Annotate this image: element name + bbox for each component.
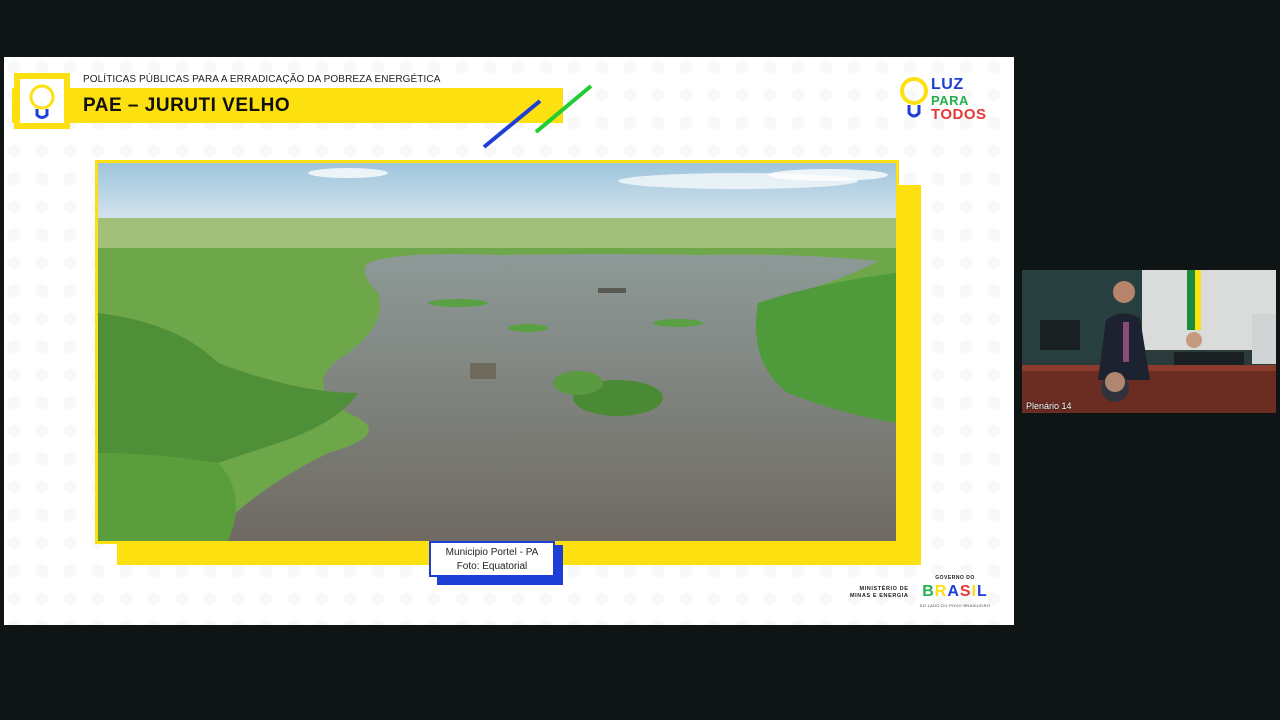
gov-top-text: GOVERNO DO <box>935 575 975 581</box>
caption-location: Municipio Portel - PA <box>445 547 539 558</box>
decorative-stripes <box>482 84 593 149</box>
photo-caption: Municipio Portel - PA Foto: Equatorial <box>429 541 555 577</box>
ministry-line2: MINAS E ENERGIA <box>850 593 909 599</box>
ministry-logo: MINISTÉRIO DE MINAS E ENERGIA <box>850 586 909 600</box>
presentation-slide: POLÍTICAS PÚBLICAS PARA A ERRADICAÇÃO DA… <box>4 57 1014 625</box>
video-label: Plenário 14 <box>1026 401 1072 411</box>
lightbulb-icon <box>900 77 928 118</box>
caption-credit: Foto: Equatorial <box>456 561 528 572</box>
government-logo: GOVERNO DO BRASIL DO LADO DO POVO BRASIL… <box>918 575 992 611</box>
gov-tagline: DO LADO DO POVO BRASILEIRO <box>919 603 991 608</box>
luz-para-todos-logo: LUZ PARA TODOS <box>896 75 1006 127</box>
video-frame <box>1022 270 1276 413</box>
ministry-line1: MINISTÉRIO DE <box>859 586 909 592</box>
brand-word-luz: LUZ <box>931 76 964 93</box>
brand-word-todos: TODOS <box>931 106 987 123</box>
landscape-photo <box>95 160 899 544</box>
lightbulb-icon <box>29 84 55 119</box>
slide-title: PAE – JURUTI VELHO <box>83 95 291 116</box>
video-feed[interactable]: Plenário 14 <box>1022 270 1276 413</box>
lightbulb-logo <box>14 73 70 129</box>
slide-subtitle: POLÍTICAS PÚBLICAS PARA A ERRADICAÇÃO DA… <box>83 74 441 85</box>
gov-brasil-wordmark: BRASIL <box>922 583 988 600</box>
